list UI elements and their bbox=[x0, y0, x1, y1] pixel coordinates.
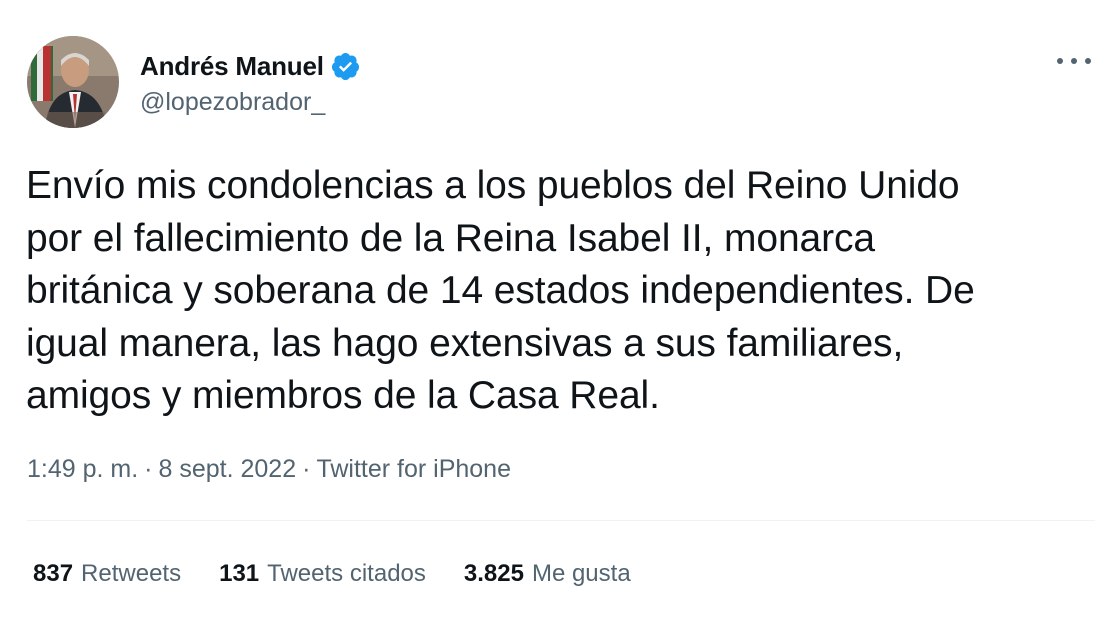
meta-separator: · bbox=[302, 455, 311, 483]
tweet-meta: 1:49 p. m. · 8 sept. 2022 · Twitter for … bbox=[27, 455, 511, 484]
likes-stat[interactable]: 3.825 Me gusta bbox=[464, 560, 631, 588]
avatar[interactable] bbox=[27, 36, 119, 128]
user-handle[interactable]: @lopezobrador_ bbox=[140, 88, 361, 117]
avatar-image bbox=[27, 36, 119, 128]
tweet-date[interactable]: 8 sept. 2022 bbox=[159, 455, 297, 484]
verified-badge-icon bbox=[330, 51, 361, 82]
tweet-text: Envío mis condolencias a los pueblos del… bbox=[26, 164, 975, 417]
display-name[interactable]: Andrés Manuel bbox=[140, 51, 324, 82]
quotes-label: Tweets citados bbox=[267, 560, 426, 587]
retweets-count: 837 bbox=[33, 560, 74, 587]
tweet-source[interactable]: Twitter for iPhone bbox=[316, 455, 511, 484]
more-dot bbox=[1071, 58, 1077, 64]
more-horizontal-icon[interactable] bbox=[1057, 50, 1091, 72]
more-dot bbox=[1085, 58, 1091, 64]
more-dot bbox=[1057, 58, 1063, 64]
tweet-header: Andrés Manuel @lopezobrador_ bbox=[27, 36, 361, 128]
quotes-stat[interactable]: 131 Tweets citados bbox=[219, 560, 426, 588]
quotes-count: 131 bbox=[219, 560, 260, 587]
retweets-label: Retweets bbox=[81, 560, 182, 587]
retweets-stat[interactable]: 837 Retweets bbox=[33, 560, 181, 588]
tweet-time[interactable]: 1:49 p. m. bbox=[27, 455, 138, 484]
tweet-card: Andrés Manuel @lopezobrador_ Envío mis c… bbox=[0, 0, 1113, 620]
user-names: Andrés Manuel @lopezobrador_ bbox=[140, 51, 361, 117]
meta-separator: · bbox=[144, 455, 153, 483]
name-row: Andrés Manuel bbox=[140, 51, 361, 82]
likes-label: Me gusta bbox=[531, 560, 631, 587]
tweet-stats: 837 Retweets 131 Tweets citados 3.825 Me… bbox=[33, 560, 669, 588]
likes-count: 3.825 bbox=[463, 560, 524, 587]
divider bbox=[27, 520, 1095, 521]
